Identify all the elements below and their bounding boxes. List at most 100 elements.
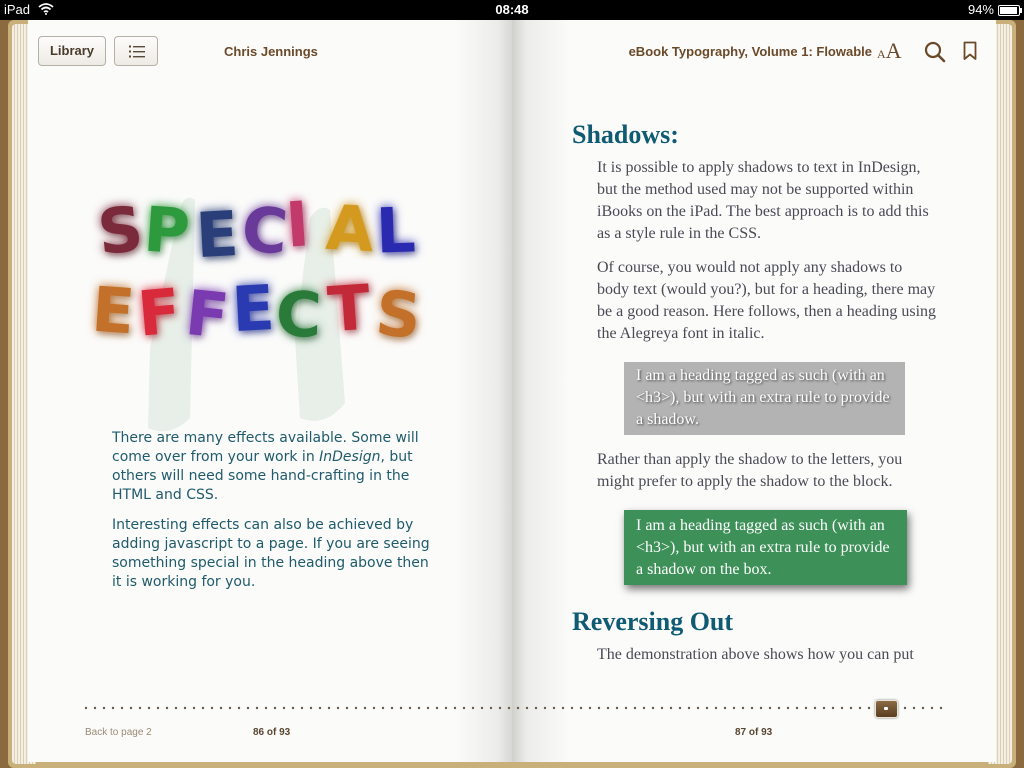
scrubber-dot [651,706,655,710]
scrubber-dot [426,706,430,710]
title-art-letter: A [324,190,376,267]
scrubber-dot [921,706,925,710]
page-scrubber[interactable] [80,705,960,711]
left-paragraph-1: There are many effects available. Some w… [112,429,432,505]
right-paragraph-2: Of course, you would not apply any shado… [597,259,937,342]
scrubber-dot [435,706,439,710]
scrubber-dot [174,706,178,710]
left-page-number: 86 of 93 [253,727,291,738]
scrubber-dot [831,706,835,710]
right-page-number: 87 of 93 [735,727,773,738]
scrubber-dot [543,706,547,710]
scrubber-dot [102,706,106,710]
font-size-icon[interactable]: AA [877,38,902,64]
right-paragraph-4: The demonstration above shows how you ca… [597,646,914,663]
scrubber-dot [732,706,736,710]
scrubber-dot [300,706,304,710]
scrubber-dot [93,706,97,710]
left-page-body: There are many effects available. Some w… [112,429,432,603]
scrubber-dot [327,706,331,710]
scrubber-dot [660,706,664,710]
scrubber-dot [156,706,160,710]
scrubber-dot [354,706,358,710]
library-button[interactable]: Library [38,36,106,66]
left-paragraph-1-emphasis: InDesign [319,449,381,465]
scrubber-dot [813,706,817,710]
back-to-page-link[interactable]: Back to page 2 [85,727,152,738]
scrubber-dot [165,706,169,710]
scrubber-dot [633,706,637,710]
title-art-letter: S [372,276,424,353]
scrubber-dot [552,706,556,710]
book-title: eBook Typography, Volume 1: Flowable [628,44,872,59]
scrubber-dot [318,706,322,710]
scrubber-dot [291,706,295,710]
page-scrubber-knob[interactable] [875,700,898,718]
scrubber-dot [822,706,826,710]
scrubber-dot [129,706,133,710]
scrubber-dot [930,706,934,710]
scrubber-dot [399,706,403,710]
scrubber-dot [570,706,574,710]
scrubber-dot [372,706,376,710]
scrubber-dot [903,706,907,710]
table-of-contents-button[interactable] [114,36,158,66]
title-art-letter: F [134,274,184,351]
battery-icon [998,5,1022,16]
scrubber-dot [849,706,853,710]
scrubber-dot [750,706,754,710]
battery-percent: 94% [967,2,994,17]
scrubber-dot [588,706,592,710]
heading-reversing-out: Reversing Out [572,607,734,636]
scrubber-dot [642,706,646,710]
table-of-contents-icon [129,45,145,58]
scrubber-dot [867,706,871,710]
scrubber-dot [210,706,214,710]
scrubber-dot [480,706,484,710]
scrubber-dot [390,706,394,710]
status-bar: iPad 08:48 94% [0,0,1024,20]
title-art-letter: P [141,192,192,269]
scrubber-dot [768,706,772,710]
title-art-letter: E [194,196,241,273]
bookmark-icon[interactable] [963,41,977,61]
scrubber-dot [498,706,502,710]
scrubber-dot [525,706,529,710]
scrubber-dot [615,706,619,710]
scrubber-dot [147,706,151,710]
title-art-letter: F [182,275,233,354]
scrubber-dot [381,706,385,710]
scrubber-dot [759,706,763,710]
scrubber-dot [687,706,691,710]
title-art-letter: E [89,272,137,349]
battery-fill [1000,7,1017,14]
scrubber-dot [858,706,862,710]
scrubber-dot [597,706,601,710]
scrubber-dot [939,706,943,710]
title-art-letter: I [283,187,312,262]
title-art-letter: L [374,193,417,268]
scrubber-dot [417,706,421,710]
font-size-small-glyph: A [877,47,886,61]
scrubber-dot [246,706,250,710]
scrubber-dot [516,706,520,710]
title-art-letter: E [230,270,277,347]
scrubber-dot [408,706,412,710]
scrubber-dot [840,706,844,710]
scrubber-dot [678,706,682,710]
scrubber-dot [606,706,610,710]
scrubber-dot [264,706,268,710]
scrubber-dot [777,706,781,710]
scrubber-dot [669,706,673,710]
search-icon[interactable] [924,41,946,63]
scrubber-dot [282,706,286,710]
title-art-letter: C [274,277,323,352]
scrubber-dot [705,706,709,710]
right-paragraph-1: It is possible to apply shadows to text … [597,159,929,242]
scrubber-dot [723,706,727,710]
green-shadow-heading-box: I am a heading tagged as such (with an <… [624,510,907,585]
author-name: Chris Jennings [224,44,318,59]
scrubber-dot [912,706,916,710]
scrubber-dot [489,706,493,710]
scrubber-dot [111,706,115,710]
